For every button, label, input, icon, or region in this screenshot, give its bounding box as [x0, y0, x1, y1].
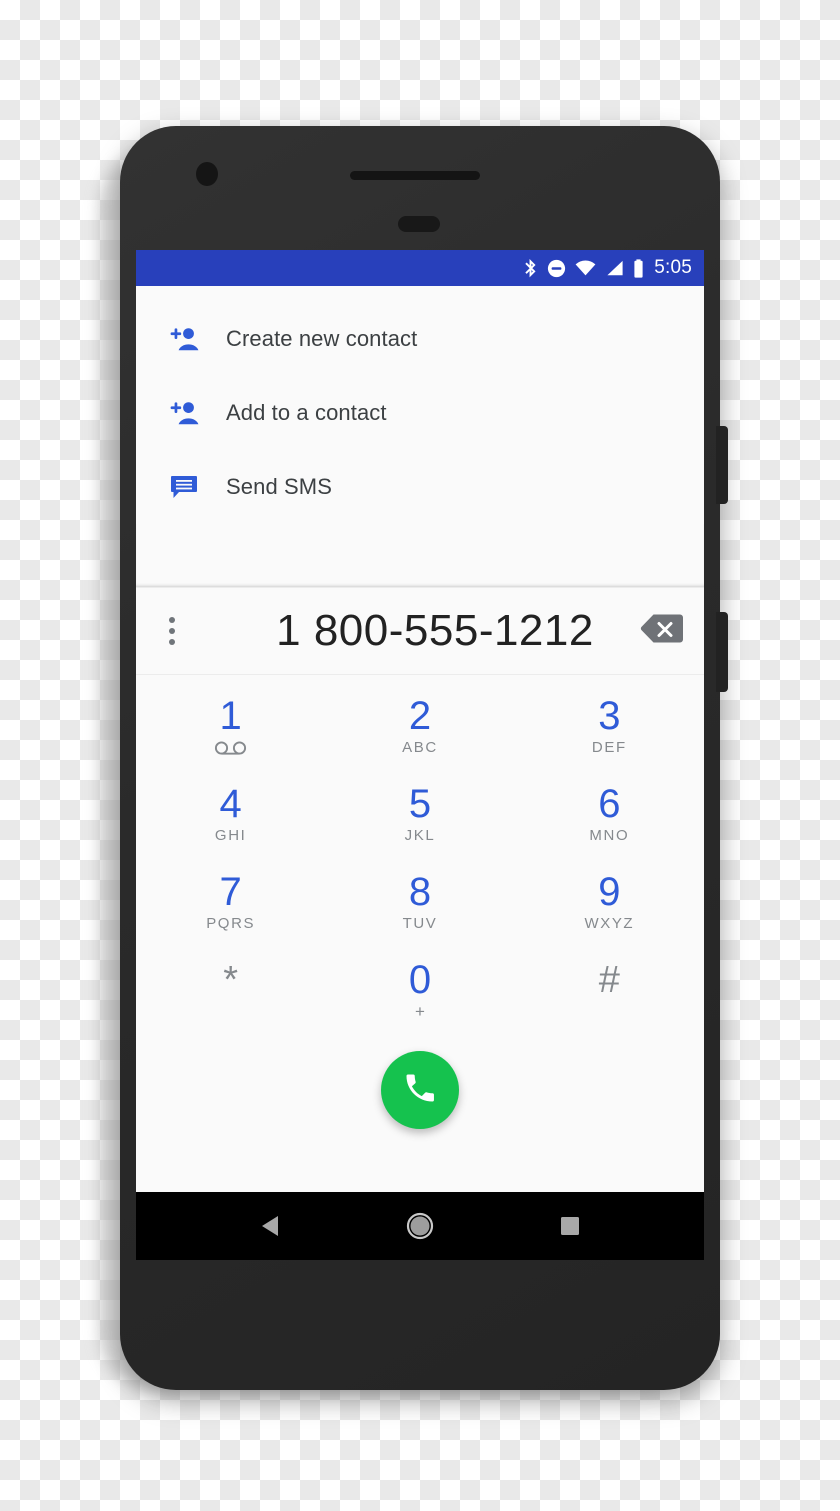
dial-key-hash[interactable]: # — [515, 945, 704, 1033]
dial-key-letters: DEF — [591, 738, 627, 756]
dial-key-digit: 2 — [408, 693, 432, 738]
dial-key-6[interactable]: 6 MNO — [515, 769, 704, 857]
do-not-disturb-icon — [547, 259, 566, 278]
dial-key-digit: * — [223, 958, 239, 1001]
dialed-number-display[interactable]: 1 800-555-1212 — [200, 606, 704, 656]
dial-key-4[interactable]: 4 GHI — [136, 769, 325, 857]
dial-key-digit: 6 — [598, 781, 621, 826]
android-navigation-bar — [136, 1192, 704, 1260]
bluetooth-icon — [523, 258, 538, 279]
menu-empty-space — [136, 524, 704, 587]
battery-icon — [633, 258, 644, 278]
dial-key-digit: 1 — [219, 694, 242, 738]
dial-key-digit: 0 — [408, 957, 432, 1002]
person-add-icon — [170, 326, 212, 352]
menu-item-label: Create new contact — [226, 326, 418, 351]
dial-key-letters: TUV — [402, 914, 438, 932]
more-vert-icon[interactable] — [144, 617, 200, 645]
dialed-number-row: 1 800-555-1212 — [136, 587, 704, 675]
menu-item-create-new-contact[interactable]: Create new contact — [136, 302, 704, 376]
call-button-area — [136, 1033, 704, 1192]
dial-key-digit: 7 — [219, 869, 242, 914]
wifi-icon — [575, 260, 596, 276]
dial-key-7[interactable]: 7 PQRS — [136, 857, 325, 945]
contact-action-menu: Create new contact Add to a contact Send… — [136, 286, 704, 524]
dial-key-8[interactable]: 8 TUV — [325, 857, 514, 945]
phone-device-frame: 5:05 Create new contact Add to a contact… — [120, 126, 728, 1390]
front-camera-icon — [196, 162, 218, 186]
back-triangle-icon[interactable] — [259, 1214, 281, 1238]
dial-key-digit: 9 — [598, 869, 621, 914]
dial-key-letters: MNO — [589, 826, 630, 844]
earpiece-speaker — [350, 171, 480, 180]
dial-key-3[interactable]: 3 DEF — [515, 681, 704, 769]
dial-key-0[interactable]: 0 + — [325, 945, 514, 1033]
dial-key-letters: JKL — [404, 826, 436, 844]
dial-key-9[interactable]: 9 WXYZ — [515, 857, 704, 945]
dial-key-digit: # — [598, 958, 620, 1001]
voicemail-icon — [214, 741, 248, 755]
dial-key-2[interactable]: 2 ABC — [325, 681, 514, 769]
dialpad: 1 2 ABC 3 DEF 4 GHI 5 JKL 6 MNO 7 PQRS 8… — [136, 675, 704, 1033]
phone-call-icon — [402, 1070, 438, 1111]
menu-item-add-to-a-contact[interactable]: Add to a contact — [136, 376, 704, 450]
dial-key-digit: 3 — [598, 693, 621, 738]
message-icon — [170, 474, 212, 500]
dial-key-letters: PQRS — [206, 914, 256, 932]
dial-key-letters: WXYZ — [584, 914, 635, 932]
dial-key-1[interactable]: 1 — [136, 681, 325, 769]
dial-key-digit: 5 — [408, 781, 432, 826]
volume-button[interactable] — [716, 612, 728, 692]
cellular-signal-icon — [605, 260, 624, 276]
call-button[interactable] — [381, 1051, 459, 1129]
dial-key-star[interactable]: * — [136, 945, 325, 1033]
status-bar: 5:05 — [136, 250, 704, 286]
menu-item-label: Add to a contact — [226, 400, 387, 425]
dial-key-5[interactable]: 5 JKL — [325, 769, 514, 857]
dial-key-letters: ABC — [402, 738, 438, 756]
dial-key-letters: GHI — [214, 826, 247, 844]
backspace-icon[interactable] — [640, 613, 684, 650]
home-circle-icon[interactable] — [406, 1212, 434, 1240]
dial-key-plus: + — [415, 1001, 425, 1021]
recents-square-icon[interactable] — [559, 1215, 581, 1237]
menu-item-send-sms[interactable]: Send SMS — [136, 450, 704, 524]
dial-key-digit: 4 — [219, 781, 242, 826]
menu-item-label: Send SMS — [226, 474, 332, 499]
dial-key-digit: 8 — [408, 869, 432, 914]
phone-screen: 5:05 Create new contact Add to a contact… — [136, 250, 704, 1260]
power-button[interactable] — [716, 426, 728, 504]
person-add-icon — [170, 400, 212, 426]
proximity-sensor — [398, 216, 440, 232]
status-bar-clock: 5:05 — [654, 257, 692, 278]
